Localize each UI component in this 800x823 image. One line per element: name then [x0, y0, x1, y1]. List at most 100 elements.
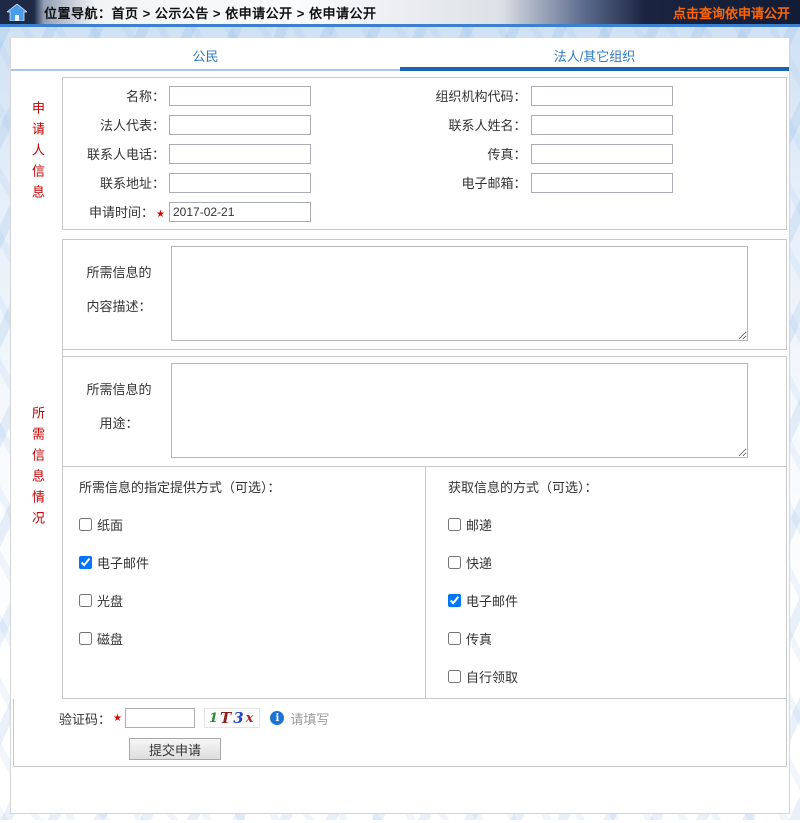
email-input[interactable] — [531, 173, 673, 193]
captcha-hint: 请填写 — [290, 709, 329, 728]
submit-button[interactable]: 提交申请 — [129, 738, 221, 760]
breadcrumb: 位置导航：首页 > 公示公告 > 依申请公开 > 依申请公开 — [44, 3, 376, 22]
obtain-email-checkbox[interactable] — [448, 594, 461, 607]
org-code-input[interactable] — [531, 86, 673, 106]
provide-email-checkbox[interactable] — [79, 556, 92, 569]
provide-option-cd[interactable]: 光盘 — [79, 591, 425, 610]
section-gap — [13, 230, 787, 239]
contact-phone-input[interactable] — [169, 144, 311, 164]
apply-date-label: 申请时间：★ — [63, 202, 165, 221]
provide-methods-group: 所需信息的指定提供方式（可选）： 纸面 电子邮件 光 — [63, 467, 426, 698]
obtain-fax-label: 传真 — [466, 629, 492, 648]
email-label: 电子邮箱： — [425, 173, 527, 192]
content-desc-label: 所需信息的 内容描述： — [67, 246, 171, 341]
content-desc-textarea[interactable] — [171, 246, 748, 341]
legal-rep-input[interactable] — [169, 115, 311, 135]
home-icon-svg — [7, 4, 27, 21]
obtain-post-label: 邮递 — [466, 515, 492, 534]
obtain-option-post[interactable]: 邮递 — [448, 515, 786, 534]
home-icon[interactable] — [0, 4, 34, 21]
contact-phone-label: 联系人电话： — [63, 144, 165, 163]
captcha-char: x — [246, 711, 256, 726]
contact-name-label: 联系人姓名： — [425, 115, 527, 134]
obtain-option-express[interactable]: 快递 — [448, 553, 786, 572]
applicant-section-label: 申请人信息 — [13, 77, 63, 230]
apply-date-input[interactable] — [169, 202, 311, 222]
obtain-self-pickup-checkbox[interactable] — [448, 670, 461, 683]
tab-legal-person[interactable]: 法人/其它组织 — [400, 41, 789, 71]
captcha-input[interactable] — [125, 708, 195, 728]
info-icon: i — [270, 711, 284, 725]
usage-label-line2: 用途： — [67, 407, 171, 441]
captcha-line: 验证码： ★ 1 T 3 x i 请填写 — [59, 708, 786, 728]
info-section-label-text: 所需信息情况 — [28, 406, 47, 532]
form-row: 联系人电话： 传真： — [63, 139, 786, 168]
obtain-option-email[interactable]: 电子邮件 — [448, 591, 786, 610]
org-code-label: 组织机构代码： — [425, 86, 527, 105]
name-label: 名称： — [63, 86, 165, 105]
provide-disk-label: 磁盘 — [97, 629, 123, 648]
provide-paper-label: 纸面 — [97, 515, 123, 534]
captcha-required-star: ★ — [113, 713, 122, 724]
obtain-option-self-pickup[interactable]: 自行领取 — [448, 667, 786, 686]
main-panel: 公民 法人/其它组织 申请人信息 名称： 组织机构代码： 法人代表： 联系人姓名… — [10, 38, 790, 814]
captcha-char: T — [220, 709, 233, 727]
legal-rep-label: 法人代表： — [63, 115, 165, 134]
applicant-type-tabs: 公民 法人/其它组织 — [11, 41, 789, 71]
captcha-label: 验证码： — [59, 709, 111, 728]
content-desc-box: 所需信息的 内容描述： — [63, 239, 787, 350]
provide-email-label: 电子邮件 — [97, 553, 149, 572]
provide-methods-title: 所需信息的指定提供方式（可选）： — [79, 477, 425, 496]
form-row: 名称： 组织机构代码： — [63, 81, 786, 110]
methods-box: 所需信息的指定提供方式（可选）： 纸面 电子邮件 光 — [63, 467, 787, 699]
apply-date-label-text: 申请时间： — [89, 205, 154, 220]
form-row: 申请时间：★ — [63, 197, 786, 226]
applicant-info-section: 申请人信息 名称： 组织机构代码： 法人代表： 联系人姓名： 联系人电话： 传真… — [13, 77, 787, 230]
captcha-image[interactable]: 1 T 3 x — [204, 708, 260, 728]
form-row: 联系地址： 电子邮箱： — [63, 168, 786, 197]
provide-cd-checkbox[interactable] — [79, 594, 92, 607]
usage-box: 所需信息的 用途： — [63, 356, 787, 467]
provide-cd-label: 光盘 — [97, 591, 123, 610]
info-section-label: 所需信息情况 — [13, 239, 63, 699]
obtain-self-pickup-label: 自行领取 — [466, 667, 518, 686]
obtain-express-label: 快递 — [466, 553, 492, 572]
application-form: 申请人信息 名称： 组织机构代码： 法人代表： 联系人姓名： 联系人电话： 传真… — [13, 77, 787, 767]
captcha-char: 3 — [233, 709, 245, 727]
usage-label: 所需信息的 用途： — [67, 363, 171, 458]
form-row: 法人代表： 联系人姓名： — [63, 110, 786, 139]
obtain-email-label: 电子邮件 — [466, 591, 518, 610]
top-nav-bar: 位置导航：首页 > 公示公告 > 依申请公开 > 依申请公开 点击查询依申请公开 — [0, 0, 800, 27]
obtain-option-fax[interactable]: 传真 — [448, 629, 786, 648]
obtain-methods-group: 获取信息的方式（可选）： 邮递 快递 电子邮件 — [426, 467, 786, 698]
applicant-fields: 名称： 组织机构代码： 法人代表： 联系人姓名： 联系人电话： 传真： 联系地址… — [63, 77, 787, 230]
provide-disk-checkbox[interactable] — [79, 632, 92, 645]
page-background: 公民 法人/其它组织 申请人信息 名称： 组织机构代码： 法人代表： 联系人姓名… — [0, 27, 800, 820]
usage-label-line1: 所需信息的 — [67, 373, 171, 407]
provide-option-disk[interactable]: 磁盘 — [79, 629, 425, 648]
requested-info-section: 所需信息情况 所需信息的 内容描述： 所需信息的 用途 — [13, 239, 787, 699]
obtain-fax-checkbox[interactable] — [448, 632, 461, 645]
applicant-section-label-text: 申请人信息 — [28, 101, 47, 206]
provide-option-paper[interactable]: 纸面 — [79, 515, 425, 534]
provide-paper-checkbox[interactable] — [79, 518, 92, 531]
captcha-row: 验证码： ★ 1 T 3 x i 请填写 提交申请 — [13, 699, 787, 767]
contact-address-label: 联系地址： — [63, 173, 165, 192]
contact-address-input[interactable] — [169, 173, 311, 193]
query-disclosure-link[interactable]: 点击查询依申请公开 — [673, 3, 790, 22]
captcha-char: 1 — [209, 711, 220, 726]
content-desc-label-line2: 内容描述： — [67, 290, 171, 324]
name-input[interactable] — [169, 86, 311, 106]
obtain-methods-title: 获取信息的方式（可选）： — [448, 477, 786, 496]
obtain-post-checkbox[interactable] — [448, 518, 461, 531]
fax-input[interactable] — [531, 144, 673, 164]
tab-citizen[interactable]: 公民 — [11, 41, 400, 71]
requested-info-body: 所需信息的 内容描述： 所需信息的 用途： — [63, 239, 787, 699]
provide-option-email[interactable]: 电子邮件 — [79, 553, 425, 572]
content-desc-label-line1: 所需信息的 — [67, 256, 171, 290]
obtain-express-checkbox[interactable] — [448, 556, 461, 569]
usage-textarea[interactable] — [171, 363, 748, 458]
fax-label: 传真： — [425, 144, 527, 163]
required-star: ★ — [156, 209, 165, 220]
contact-name-input[interactable] — [531, 115, 673, 135]
